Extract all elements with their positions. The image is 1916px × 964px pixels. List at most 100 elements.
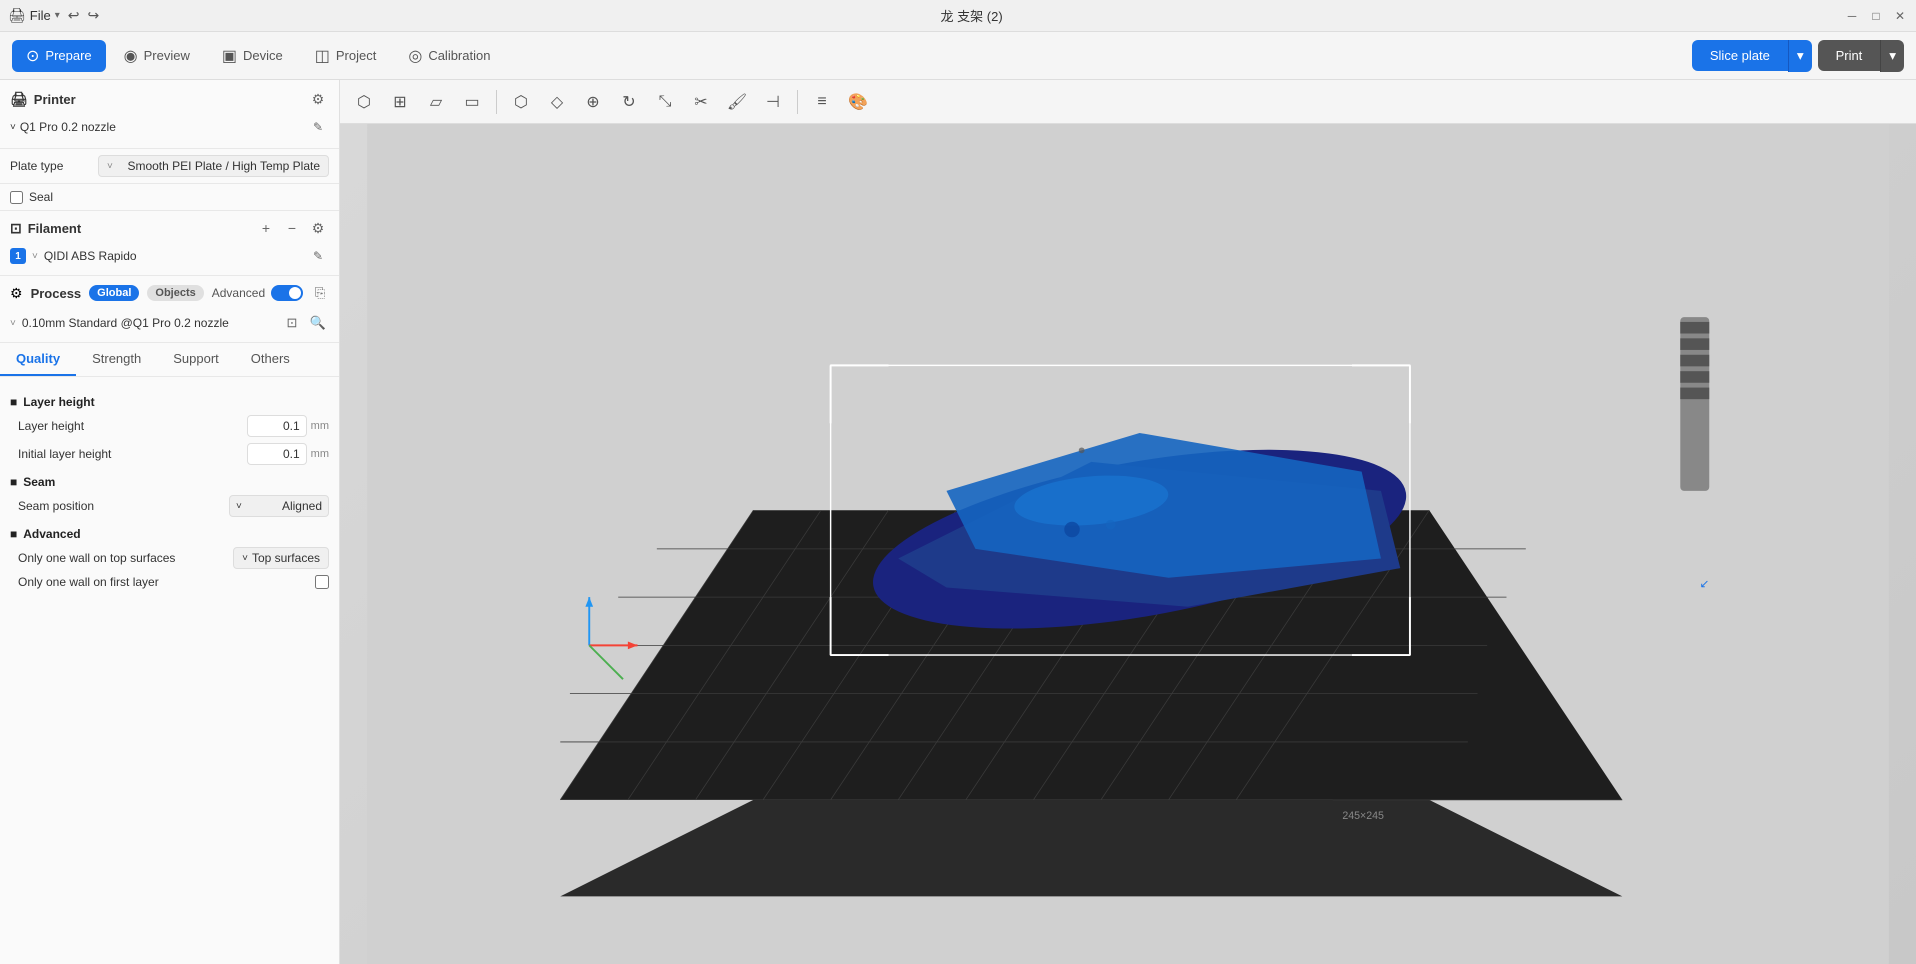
seam-position-value: Aligned	[282, 499, 322, 513]
layer-height-input[interactable]	[247, 415, 307, 437]
tab-project[interactable]: ◫ Project	[301, 40, 391, 72]
save-preset-icon[interactable]: ⊡	[281, 312, 303, 334]
slice-dropdown-button[interactable]: ▾	[1788, 40, 1812, 72]
tab-calibration[interactable]: ◎ Calibration	[394, 40, 504, 72]
initial-layer-height-unit: mm	[311, 448, 329, 460]
tab-support[interactable]: Support	[157, 343, 235, 376]
orient-button[interactable]: ⬡	[505, 86, 537, 118]
advanced-toggle: Advanced ⎘ ≡	[212, 282, 340, 304]
group-icon: ■	[10, 395, 17, 409]
project-icon: ◫	[315, 46, 330, 66]
edit-filament-icon[interactable]: ✎	[307, 245, 329, 267]
printer-name-display: ˅ Q1 Pro 0.2 nozzle	[10, 120, 116, 134]
tab-preview[interactable]: ◉ Preview	[110, 40, 204, 72]
printer-header: 🖨 Printer ⚙	[10, 88, 329, 110]
view-grid-button[interactable]: ⊞	[384, 86, 416, 118]
chevron-icon: ˅	[32, 251, 38, 262]
extra-btn[interactable]: ≡	[806, 86, 838, 118]
scene-svg: 245×245 ↙	[340, 124, 1916, 964]
chevron-icon: ˅	[242, 553, 248, 564]
view-flat-button[interactable]: ▱	[420, 86, 452, 118]
process-section: ⚙ Process Global Objects Advanced ⎘ ≡ ˅ …	[0, 276, 339, 343]
paint-button[interactable]: 🖌	[721, 86, 753, 118]
edit-printer-icon[interactable]: ✎	[307, 116, 329, 138]
file-chevron[interactable]: ▾	[55, 10, 60, 21]
maximize-button[interactable]: □	[1868, 8, 1884, 24]
process-copy-icon[interactable]: ⎘	[309, 282, 331, 304]
layer-height-label: Layer height	[18, 419, 247, 433]
layer-height-input-wrap: mm	[247, 415, 329, 437]
titlebar: 🖨 File ▾ ↩ ↪ 龙 支架 (2) ─ □ ✕	[0, 0, 1916, 32]
move-button[interactable]: ⊕	[577, 86, 609, 118]
seal-checkbox[interactable]	[10, 191, 23, 204]
slice-plate-button[interactable]: Slice plate	[1692, 40, 1788, 71]
project-label: Project	[336, 48, 376, 63]
redo-icon[interactable]: ↪	[88, 7, 100, 24]
one-wall-first-checkbox[interactable]	[315, 575, 329, 589]
file-menu[interactable]: 🖨 File ▾	[8, 7, 60, 24]
sidebar: 🖨 Printer ⚙ ˅ Q1 Pro 0.2 nozzle ✎ Plate …	[0, 80, 340, 964]
calibration-label: Calibration	[428, 48, 490, 63]
measure-button[interactable]: ⊣	[757, 86, 789, 118]
view-ortho-button[interactable]: ▭	[456, 86, 488, 118]
chevron-icon: ˅	[107, 161, 113, 172]
select-button[interactable]: ◇	[541, 86, 573, 118]
printer-settings-icon[interactable]: ⚙	[307, 88, 329, 110]
tab-quality[interactable]: Quality	[0, 343, 76, 376]
print-dropdown-button[interactable]: ▾	[1880, 40, 1904, 72]
prepare-label: Prepare	[45, 48, 91, 63]
filament-item: 1 ˅ QIDI ABS Rapido ✎	[10, 243, 329, 269]
remove-filament-icon[interactable]: −	[281, 217, 303, 239]
plate-type-select[interactable]: ˅ Smooth PEI Plate / High Temp Plate	[98, 155, 329, 177]
minimize-button[interactable]: ─	[1844, 8, 1860, 24]
layer-height-row: Layer height mm	[10, 415, 329, 437]
seam-group: ■ Seam	[10, 475, 329, 489]
filament-settings-icon[interactable]: ⚙	[307, 217, 329, 239]
seam-position-select[interactable]: ˅ Aligned	[229, 495, 329, 517]
window-title: 龙 支架 (2)	[99, 6, 1844, 25]
color-button[interactable]: 🎨	[842, 86, 874, 118]
seam-group-icon: ■	[10, 475, 17, 489]
quality-content: ■ Layer height Layer height mm Initial l…	[0, 377, 339, 603]
process-header: ⚙ Process Global Objects Advanced ⎘ ≡	[10, 282, 329, 304]
plate-type-label: Plate type	[10, 159, 90, 173]
svg-text:↙: ↙	[1700, 578, 1710, 590]
initial-layer-height-input[interactable]	[247, 443, 307, 465]
tab-device[interactable]: ▣ Device	[208, 40, 297, 72]
window-controls[interactable]: ─ □ ✕	[1844, 8, 1908, 24]
advanced-group-icon: ■	[10, 527, 17, 541]
app-icon: 🖨	[8, 7, 26, 24]
global-tag[interactable]: Global	[89, 285, 139, 301]
device-icon: ▣	[222, 46, 237, 66]
one-wall-top-select[interactable]: ˅ Top surfaces	[233, 547, 329, 569]
advanced-switch[interactable]	[271, 285, 303, 301]
cut-button[interactable]: ✂	[685, 86, 717, 118]
toolbar-sep-2	[797, 90, 798, 114]
one-wall-first-label: Only one wall on first layer	[18, 575, 315, 589]
rotate-button[interactable]: ↻	[613, 86, 645, 118]
tab-others[interactable]: Others	[235, 343, 306, 376]
undo-icon[interactable]: ↩	[68, 7, 80, 24]
objects-tag[interactable]: Objects	[147, 285, 203, 301]
print-button[interactable]: Print	[1818, 40, 1881, 71]
filament-section: ⊡ Filament + − ⚙ 1 ˅ QIDI ABS Rapido ✎	[0, 211, 339, 276]
scale-button[interactable]: ⤡	[649, 86, 681, 118]
one-wall-first-checkbox-wrap	[315, 575, 329, 589]
add-filament-icon[interactable]: +	[255, 217, 277, 239]
advanced-group: ■ Advanced	[10, 527, 329, 541]
tab-strength[interactable]: Strength	[76, 343, 157, 376]
seal-label: Seal	[29, 190, 53, 204]
print-label: Print	[1836, 48, 1863, 63]
file-label[interactable]: File	[30, 8, 51, 23]
initial-layer-height-input-wrap: mm	[247, 443, 329, 465]
view-3d-button[interactable]: ⬡	[348, 86, 380, 118]
tab-prepare[interactable]: ⊙ Prepare	[12, 40, 106, 72]
viewport-3d[interactable]: 245×245 ↙	[340, 124, 1916, 964]
close-button[interactable]: ✕	[1892, 8, 1908, 24]
search-preset-icon[interactable]: 🔍	[307, 312, 329, 334]
toolbar: ⬡ ⊞ ▱ ▭ ⬡ ◇ ⊕ ↻ ⤡ ✂ 🖌 ⊣ ≡ 🎨	[340, 80, 1916, 124]
filament-controls: + − ⚙	[255, 217, 329, 239]
toggle-knob	[289, 287, 301, 299]
chevron-icon: ˅	[10, 318, 16, 329]
printer-name-row: ˅ Q1 Pro 0.2 nozzle ✎	[10, 114, 329, 140]
